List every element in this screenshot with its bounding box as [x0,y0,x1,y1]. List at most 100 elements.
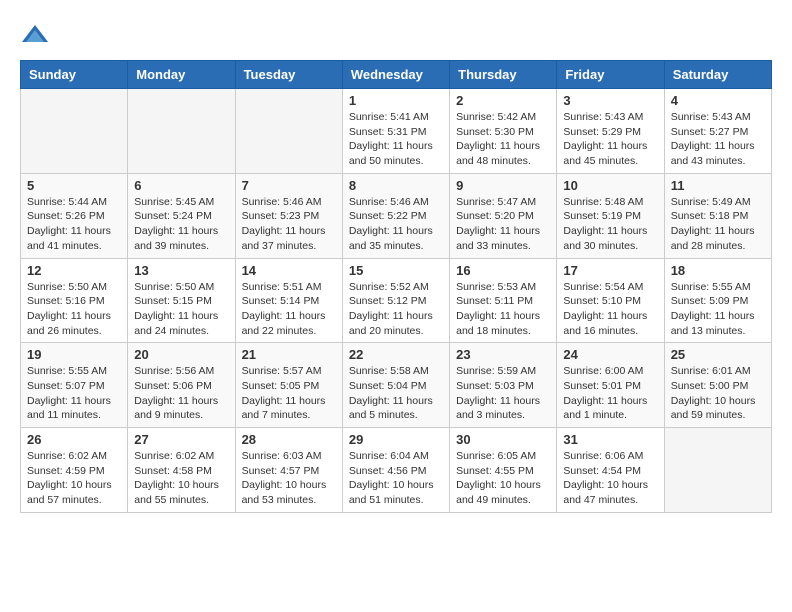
day-cell: 10 Sunrise: 5:48 AM Sunset: 5:19 PM Dayli… [557,173,664,258]
day-cell: 27 Sunrise: 6:02 AM Sunset: 4:58 PM Dayli… [128,428,235,513]
day-number: 20 [134,347,228,362]
day-number: 18 [671,263,765,278]
day-number: 5 [27,178,121,193]
day-info: Sunrise: 5:50 AM Sunset: 5:16 PM Dayligh… [27,280,121,339]
day-info: Sunrise: 6:02 AM Sunset: 4:58 PM Dayligh… [134,449,228,508]
day-cell: 11Sunrise: 5:49 AM Sunset: 5:18 PM Dayli… [664,173,771,258]
day-number: 7 [242,178,336,193]
day-info: Sunrise: 6:05 AM Sunset: 4:55 PM Dayligh… [456,449,550,508]
day-number: 27 [134,432,228,447]
day-info: Sunrise: 5:46 AM Sunset: 5:23 PM Dayligh… [242,195,336,254]
day-number: 14 [242,263,336,278]
day-cell: 19 Sunrise: 5:55 AM Sunset: 5:07 PM Dayli… [21,343,128,428]
day-cell: 14 Sunrise: 5:51 AM Sunset: 5:14 PM Dayli… [235,258,342,343]
day-info: Sunrise: 5:47 AM Sunset: 5:20 PM Dayligh… [456,195,550,254]
day-cell: 22 Sunrise: 5:58 AM Sunset: 5:04 PM Dayli… [342,343,449,428]
day-cell: 7 Sunrise: 5:46 AM Sunset: 5:23 PM Daylig… [235,173,342,258]
day-info: Sunrise: 5:55 AM Sunset: 5:07 PM Dayligh… [27,364,121,423]
week-row-1: 1 Sunrise: 5:41 AM Sunset: 5:31 PM Daylig… [21,89,772,174]
day-number: 3 [563,93,657,108]
day-info: Sunrise: 5:56 AM Sunset: 5:06 PM Dayligh… [134,364,228,423]
day-number: 26 [27,432,121,447]
day-info: Sunrise: 6:02 AM Sunset: 4:59 PM Dayligh… [27,449,121,508]
day-number: 17 [563,263,657,278]
day-cell: 29Sunrise: 6:04 AM Sunset: 4:56 PM Dayli… [342,428,449,513]
day-info: Sunrise: 5:44 AM Sunset: 5:26 PM Dayligh… [27,195,121,254]
weekday-header-monday: Monday [128,61,235,89]
day-info: Sunrise: 6:01 AM Sunset: 5:00 PM Dayligh… [671,364,765,423]
day-info: Sunrise: 5:58 AM Sunset: 5:04 PM Dayligh… [349,364,443,423]
week-row-3: 12Sunrise: 5:50 AM Sunset: 5:16 PM Dayli… [21,258,772,343]
day-cell: 21 Sunrise: 5:57 AM Sunset: 5:05 PM Dayli… [235,343,342,428]
day-cell: 16 Sunrise: 5:53 AM Sunset: 5:11 PM Dayli… [450,258,557,343]
day-number: 29 [349,432,443,447]
day-info: Sunrise: 5:48 AM Sunset: 5:19 PM Dayligh… [563,195,657,254]
weekday-header-row: SundayMondayTuesdayWednesdayThursdayFrid… [21,61,772,89]
day-number: 6 [134,178,228,193]
day-number: 21 [242,347,336,362]
day-number: 19 [27,347,121,362]
day-info: Sunrise: 5:45 AM Sunset: 5:24 PM Dayligh… [134,195,228,254]
day-info: Sunrise: 5:43 AM Sunset: 5:27 PM Dayligh… [671,110,765,169]
weekday-header-sunday: Sunday [21,61,128,89]
day-info: Sunrise: 5:57 AM Sunset: 5:05 PM Dayligh… [242,364,336,423]
day-cell: 9 Sunrise: 5:47 AM Sunset: 5:20 PM Daylig… [450,173,557,258]
day-info: Sunrise: 6:06 AM Sunset: 4:54 PM Dayligh… [563,449,657,508]
day-cell [235,89,342,174]
day-number: 13 [134,263,228,278]
day-cell: 28 Sunrise: 6:03 AM Sunset: 4:57 PM Dayli… [235,428,342,513]
day-info: Sunrise: 5:41 AM Sunset: 5:31 PM Dayligh… [349,110,443,169]
day-cell: 5 Sunrise: 5:44 AM Sunset: 5:26 PM Daylig… [21,173,128,258]
day-cell: 23 Sunrise: 5:59 AM Sunset: 5:03 PM Dayli… [450,343,557,428]
day-cell: 26 Sunrise: 6:02 AM Sunset: 4:59 PM Dayli… [21,428,128,513]
day-number: 22 [349,347,443,362]
day-info: Sunrise: 5:51 AM Sunset: 5:14 PM Dayligh… [242,280,336,339]
weekday-header-wednesday: Wednesday [342,61,449,89]
day-cell: 6 Sunrise: 5:45 AM Sunset: 5:24 PM Daylig… [128,173,235,258]
day-info: Sunrise: 5:59 AM Sunset: 5:03 PM Dayligh… [456,364,550,423]
day-cell [128,89,235,174]
week-row-5: 26 Sunrise: 6:02 AM Sunset: 4:59 PM Dayli… [21,428,772,513]
day-cell: 31Sunrise: 6:06 AM Sunset: 4:54 PM Dayli… [557,428,664,513]
day-number: 10 [563,178,657,193]
day-number: 1 [349,93,443,108]
day-cell: 24 Sunrise: 6:00 AM Sunset: 5:01 PM Dayli… [557,343,664,428]
day-info: Sunrise: 5:50 AM Sunset: 5:15 PM Dayligh… [134,280,228,339]
day-cell: 17Sunrise: 5:54 AM Sunset: 5:10 PM Dayli… [557,258,664,343]
day-info: Sunrise: 5:52 AM Sunset: 5:12 PM Dayligh… [349,280,443,339]
day-cell: 18 Sunrise: 5:55 AM Sunset: 5:09 PM Dayli… [664,258,771,343]
day-cell: 2Sunrise: 5:42 AM Sunset: 5:30 PM Daylig… [450,89,557,174]
day-number: 23 [456,347,550,362]
day-info: Sunrise: 5:53 AM Sunset: 5:11 PM Dayligh… [456,280,550,339]
calendar: SundayMondayTuesdayWednesdayThursdayFrid… [20,60,772,513]
day-info: Sunrise: 6:00 AM Sunset: 5:01 PM Dayligh… [563,364,657,423]
day-number: 4 [671,93,765,108]
day-info: Sunrise: 5:46 AM Sunset: 5:22 PM Dayligh… [349,195,443,254]
weekday-header-friday: Friday [557,61,664,89]
day-number: 28 [242,432,336,447]
weekday-header-saturday: Saturday [664,61,771,89]
day-cell: 4 Sunrise: 5:43 AM Sunset: 5:27 PM Daylig… [664,89,771,174]
day-info: Sunrise: 5:55 AM Sunset: 5:09 PM Dayligh… [671,280,765,339]
day-info: Sunrise: 5:43 AM Sunset: 5:29 PM Dayligh… [563,110,657,169]
day-info: Sunrise: 5:42 AM Sunset: 5:30 PM Dayligh… [456,110,550,169]
day-info: Sunrise: 6:03 AM Sunset: 4:57 PM Dayligh… [242,449,336,508]
day-number: 24 [563,347,657,362]
day-cell: 15Sunrise: 5:52 AM Sunset: 5:12 PM Dayli… [342,258,449,343]
day-cell: 3 Sunrise: 5:43 AM Sunset: 5:29 PM Daylig… [557,89,664,174]
week-row-4: 19 Sunrise: 5:55 AM Sunset: 5:07 PM Dayli… [21,343,772,428]
day-cell: 25Sunrise: 6:01 AM Sunset: 5:00 PM Dayli… [664,343,771,428]
weekday-header-tuesday: Tuesday [235,61,342,89]
logo [20,20,54,50]
day-number: 8 [349,178,443,193]
day-cell: 13 Sunrise: 5:50 AM Sunset: 5:15 PM Dayli… [128,258,235,343]
day-cell [21,89,128,174]
day-number: 9 [456,178,550,193]
day-number: 16 [456,263,550,278]
day-cell: 30Sunrise: 6:05 AM Sunset: 4:55 PM Dayli… [450,428,557,513]
week-row-2: 5 Sunrise: 5:44 AM Sunset: 5:26 PM Daylig… [21,173,772,258]
day-number: 11 [671,178,765,193]
day-cell: 1 Sunrise: 5:41 AM Sunset: 5:31 PM Daylig… [342,89,449,174]
page-header [20,20,772,50]
weekday-header-thursday: Thursday [450,61,557,89]
